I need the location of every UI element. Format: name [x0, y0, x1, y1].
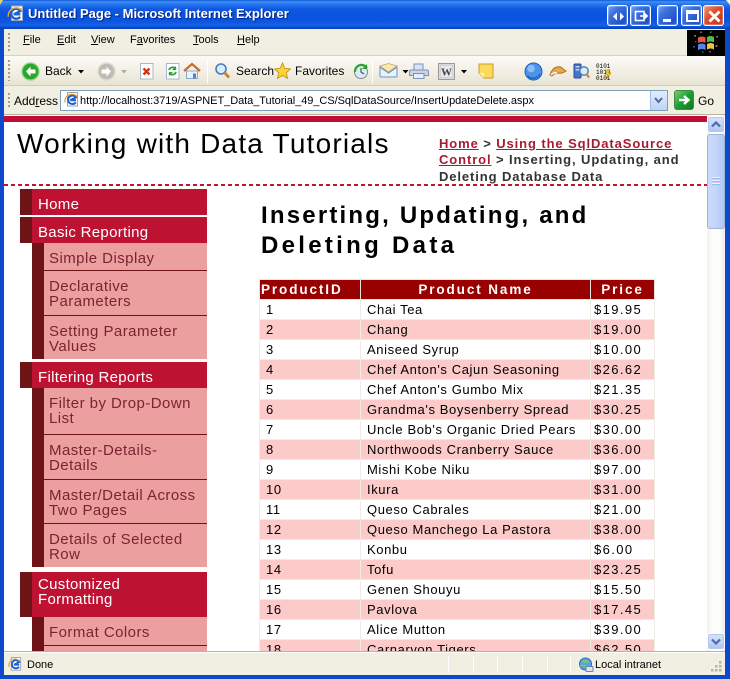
- svg-text:W: W: [441, 66, 452, 78]
